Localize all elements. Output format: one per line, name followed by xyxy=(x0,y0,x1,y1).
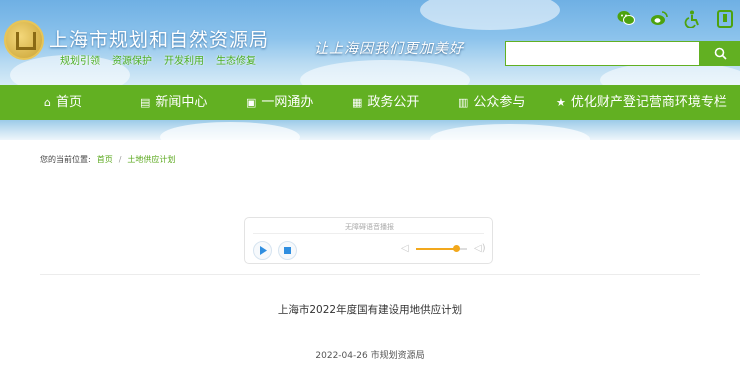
sky-banner xyxy=(0,120,740,140)
motto-calligraphy: 让上海因我们更加美好 xyxy=(314,41,464,57)
volume-mute-icon[interactable]: ◁ xyxy=(401,243,409,254)
nav-item-public-participation[interactable]: ▥ 公众参与 xyxy=(458,85,525,120)
search-bar xyxy=(505,41,740,66)
nav-label: 优化财产登记营商环境专栏 xyxy=(570,95,727,110)
player-title: 无障碍语音播报 xyxy=(345,223,394,231)
nav-label: 一网通办 xyxy=(261,95,314,110)
star-icon: ★ xyxy=(556,96,566,109)
cloud-decoration xyxy=(160,122,300,140)
nav-label: 政务公开 xyxy=(367,95,420,110)
divider xyxy=(40,274,700,275)
nav-label: 首页 xyxy=(55,95,82,110)
nav-item-government-affairs[interactable]: ▦ 政务公开 xyxy=(352,85,419,120)
cloud-decoration xyxy=(420,0,560,30)
volume-slider-fill xyxy=(416,248,456,250)
cloud-decoration xyxy=(430,124,590,140)
slogan: 规划引领 xyxy=(60,56,100,67)
search-button[interactable] xyxy=(700,41,740,66)
breadcrumb-link-home[interactable]: 首页 xyxy=(97,154,113,165)
stop-button[interactable] xyxy=(278,241,297,260)
mobile-app-icon[interactable] xyxy=(715,10,735,30)
article-meta: 2022-04-26 市规划资源局 xyxy=(315,351,425,361)
breadcrumb-link-land-supply[interactable]: 土地供应计划 xyxy=(127,154,175,165)
site-title[interactable]: 上海市规划和自然资源局 xyxy=(49,25,269,52)
play-icon xyxy=(259,246,267,255)
audio-player: 无障碍语音播报 ◁ ◁) xyxy=(244,217,493,264)
cloud-decoration xyxy=(300,60,470,85)
main-nav: ⌂ 首页 ▤ 新闻中心 ▣ 一网通办 ▦ 政务公开 ▥ 公众参与 ★ 优化财产登… xyxy=(0,85,740,120)
accessibility-icon[interactable] xyxy=(682,10,702,30)
header: 上海市规划和自然资源局 规划引领 资源保护 开发利用 生态修复 让上海因我们更加… xyxy=(0,0,740,85)
nav-item-home[interactable]: ⌂ 首页 xyxy=(44,85,82,120)
nav-item-online-service[interactable]: ▣ 一网通办 xyxy=(246,85,313,120)
home-icon: ⌂ xyxy=(44,96,51,109)
slogan: 开发利用 xyxy=(164,56,204,67)
search-input[interactable] xyxy=(505,41,700,66)
nav-label: 公众参与 xyxy=(473,95,526,110)
slogan: 资源保护 xyxy=(112,56,152,67)
clipboard-icon: ▦ xyxy=(352,96,363,109)
breadcrumb-separator: / xyxy=(118,155,122,164)
volume-max-icon[interactable]: ◁) xyxy=(474,243,486,254)
stop-icon xyxy=(284,247,291,254)
breadcrumb-prefix: 您的当前位置: xyxy=(40,155,91,164)
nav-item-business-environment[interactable]: ★ 优化财产登记营商环境专栏 xyxy=(556,85,727,120)
top-icon-bar xyxy=(616,10,735,30)
nav-item-news[interactable]: ▤ 新闻中心 xyxy=(140,85,207,120)
nav-label: 新闻中心 xyxy=(155,95,208,110)
site-logo[interactable] xyxy=(4,20,44,60)
play-button[interactable] xyxy=(253,241,272,260)
book-icon: ▥ xyxy=(458,96,469,109)
weibo-icon[interactable] xyxy=(649,10,669,30)
slogan: 生态修复 xyxy=(216,56,256,67)
slogans: 规划引领 资源保护 开发利用 生态修复 xyxy=(60,52,256,67)
wechat-icon[interactable] xyxy=(616,10,636,30)
article-title: 上海市2022年度国有建设用地供应计划 xyxy=(277,304,463,316)
divider xyxy=(253,233,484,234)
volume-slider-handle[interactable] xyxy=(452,245,460,252)
document-icon: ▤ xyxy=(140,96,151,109)
volume-slider[interactable] xyxy=(416,245,467,252)
search-icon xyxy=(714,47,727,60)
breadcrumb: 您的当前位置: 首页 / 土地供应计划 xyxy=(40,154,175,165)
monitor-icon: ▣ xyxy=(246,96,257,109)
